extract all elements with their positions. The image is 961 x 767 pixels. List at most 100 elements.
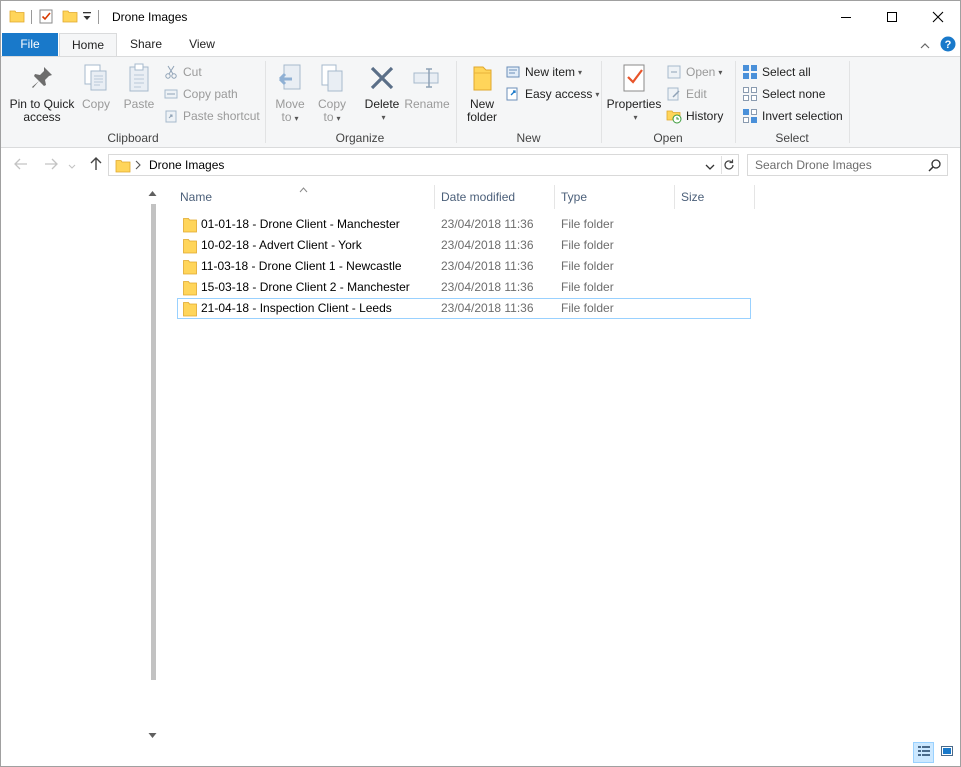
details-view-icon [917, 745, 931, 760]
breadcrumb-current[interactable]: Drone Images [149, 158, 224, 172]
easy-access-icon [505, 86, 521, 102]
list-item-selected[interactable]: 21-04-18 - Inspection Client - Leeds 23/… [177, 298, 751, 319]
folder-icon [183, 301, 197, 320]
select-all-button[interactable]: Select all [742, 62, 811, 82]
explorer-window: Drone Images File Home Share View ? Pin … [0, 0, 961, 767]
group-divider [849, 61, 850, 143]
navigation-pane [1, 182, 161, 766]
delete-label: Delete [364, 97, 400, 111]
file-name: 10-02-18 - Advert Client - York [201, 238, 362, 252]
open-button[interactable]: Open ▾ [666, 62, 722, 82]
delete-button[interactable]: Delete ▾ [362, 61, 402, 124]
file-name: 21-04-18 - Inspection Client - Leeds [201, 301, 392, 315]
list-item[interactable]: 11-03-18 - Drone Client 1 - Newcastle 23… [177, 256, 751, 277]
paste-shortcut-button[interactable]: Paste shortcut [163, 106, 260, 126]
recent-locations-button[interactable] [65, 156, 79, 174]
scrollbar-thumb[interactable] [151, 204, 156, 680]
group-label-organize: Organize [335, 131, 385, 145]
file-date: 23/04/2018 11:36 [441, 259, 534, 273]
status-bar [1, 742, 960, 766]
maximize-button[interactable] [869, 1, 915, 32]
file-type: File folder [561, 238, 614, 252]
new-folder-qat-icon[interactable] [62, 8, 78, 27]
address-dropdown-icon[interactable] [705, 161, 715, 175]
pin-to-quick-access-button[interactable]: Pin to Quick access [9, 61, 75, 124]
chevron-up-icon[interactable] [920, 39, 930, 53]
pin-icon [26, 61, 58, 95]
navigation-pane-scrollbar[interactable] [144, 182, 161, 742]
arrow-up-icon [90, 156, 102, 174]
file-date: 23/04/2018 11:36 [441, 238, 534, 252]
cut-button[interactable]: Cut [163, 62, 202, 82]
history-button[interactable]: History [666, 106, 723, 126]
paste-button[interactable]: Paste [119, 61, 159, 111]
select-none-button[interactable]: Select none [742, 84, 825, 104]
forward-button[interactable] [41, 156, 61, 174]
breadcrumb-separator-icon[interactable] [135, 159, 141, 173]
rename-button[interactable]: Rename [404, 61, 450, 111]
list-item[interactable]: 10-02-18 - Advert Client - York 23/04/20… [177, 235, 751, 256]
copy-to-label-line2: to [323, 110, 334, 124]
file-date: 23/04/2018 11:36 [441, 217, 534, 231]
file-type: File folder [561, 217, 614, 231]
tab-file[interactable]: File [2, 33, 58, 56]
tab-share[interactable]: Share [119, 33, 173, 56]
details-view-button[interactable] [913, 742, 934, 763]
up-button[interactable] [86, 156, 106, 174]
move-to-button[interactable]: Move to ▾ [272, 61, 308, 125]
help-icon[interactable]: ? [940, 36, 956, 55]
tab-view[interactable]: View [175, 33, 229, 56]
search-input[interactable] [748, 155, 924, 175]
file-name: 01-01-18 - Drone Client - Manchester [201, 217, 400, 231]
folder-icon [183, 217, 197, 236]
copy-path-button[interactable]: Copy path [163, 84, 238, 104]
group-label-new: New [516, 131, 541, 145]
minimize-button[interactable] [823, 1, 869, 32]
ribbon-tabs: File Home Share View ? [1, 33, 960, 57]
list-item[interactable]: 15-03-18 - Drone Client 2 - Manchester 2… [177, 277, 751, 298]
scroll-up-icon[interactable] [148, 186, 157, 200]
properties-qat-icon[interactable] [38, 8, 54, 27]
group-label-open: Open [653, 131, 683, 145]
customize-qat-icon[interactable] [82, 10, 92, 25]
quick-access-toolbar [9, 7, 105, 27]
new-folder-button[interactable]: New folder [461, 61, 503, 124]
copy-to-icon [316, 61, 348, 95]
new-folder-icon [466, 61, 498, 95]
back-button[interactable] [11, 156, 31, 174]
arrow-left-icon [14, 157, 28, 173]
scroll-down-icon[interactable] [148, 728, 157, 742]
copy-path-icon [163, 86, 179, 102]
easy-access-label: Easy access [525, 87, 593, 101]
copy-button[interactable]: Copy [77, 61, 115, 111]
tab-home[interactable]: Home [59, 33, 117, 57]
cut-label: Cut [183, 65, 202, 79]
close-button[interactable] [915, 1, 960, 32]
select-none-icon [742, 86, 758, 102]
column-header-type[interactable]: Type [555, 185, 675, 209]
file-date: 23/04/2018 11:36 [441, 280, 534, 294]
column-header-size[interactable]: Size [675, 185, 755, 209]
copy-to-button[interactable]: Copy to ▾ [314, 61, 350, 125]
search-box[interactable] [747, 154, 948, 176]
folder-icon [9, 8, 25, 27]
group-clipboard: Pin to Quick access Copy Paste Cut Copy … [1, 57, 265, 148]
file-name: 11-03-18 - Drone Client 1 - Newcastle [201, 259, 402, 273]
address-bar[interactable]: Drone Images [108, 154, 739, 176]
refresh-icon[interactable] [722, 158, 736, 175]
column-header-date-modified[interactable]: Date modified [435, 185, 555, 209]
copy-path-label: Copy path [183, 87, 238, 101]
large-icons-view-button[interactable] [936, 742, 957, 763]
invert-selection-button[interactable]: Invert selection [742, 106, 843, 126]
column-header-name[interactable]: Name [174, 185, 435, 209]
list-item[interactable]: 01-01-18 - Drone Client - Manchester 23/… [177, 214, 751, 235]
paste-label: Paste [123, 97, 155, 111]
magnifier-icon[interactable] [928, 158, 942, 175]
move-to-label-line2: to [281, 110, 292, 124]
edit-button[interactable]: Edit [666, 84, 707, 104]
paste-shortcut-label: Paste shortcut [183, 109, 260, 123]
new-item-button[interactable]: New item ▾ [505, 62, 582, 82]
properties-button[interactable]: Properties ▾ [606, 61, 662, 124]
easy-access-button[interactable]: Easy access ▾ [505, 84, 599, 104]
navigation-bar: Drone Images [1, 149, 960, 182]
